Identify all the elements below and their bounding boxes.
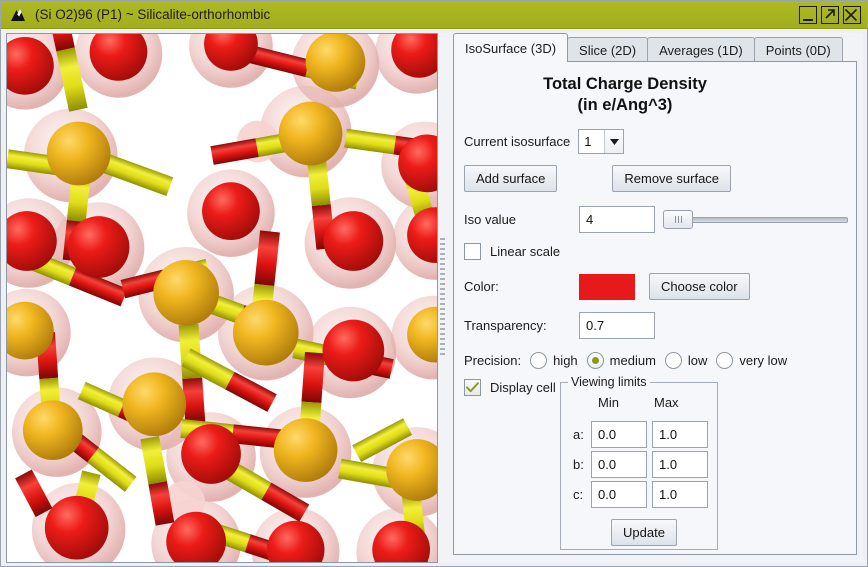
mountain-icon: [8, 5, 28, 25]
limit-b-max-input[interactable]: [652, 451, 708, 478]
display-cell-label: Display cell: [490, 380, 556, 396]
tab-label: Averages (1D): [659, 42, 743, 58]
add-surface-button[interactable]: Add surface: [464, 165, 558, 193]
tab-isosurface-3d[interactable]: IsoSurface (3D): [453, 33, 569, 62]
maximize-icon[interactable]: [821, 5, 839, 24]
update-button[interactable]: Update: [611, 519, 677, 546]
precision-label: Precision:: [464, 353, 522, 369]
limit-c-max-input[interactable]: [652, 481, 708, 508]
column-header-max: Max: [654, 395, 679, 410]
tab-points-0d[interactable]: Points (0D): [753, 37, 843, 62]
minimize-icon[interactable]: [799, 5, 817, 24]
color-label: Color:: [464, 279, 499, 295]
tab-label: Slice (2D): [579, 42, 637, 58]
viewing-limits-header: Min Max: [561, 395, 717, 410]
table-row: b:: [561, 451, 717, 478]
limit-c-min-input[interactable]: [591, 481, 647, 508]
transparency-input[interactable]: [579, 312, 655, 340]
color-row: Color: Choose color: [464, 273, 848, 301]
display-cell-checkbox[interactable]: [464, 379, 481, 397]
close-icon[interactable]: [843, 5, 861, 24]
transparency-label: Transparency:: [464, 318, 547, 334]
precision-radio-low[interactable]: [664, 352, 682, 370]
precision-label-high: high: [553, 353, 578, 369]
window-title: (Si O2)96 (P1) ~ Silicalite-orthorhombic: [35, 7, 271, 22]
window-controls: [799, 5, 861, 24]
slider-handle[interactable]: [663, 210, 693, 230]
precision-radio-very-low[interactable]: [716, 352, 734, 370]
isosurface-tab-panel: Total Charge Density (in e/Ang^3) Curren…: [453, 61, 857, 555]
tab-strip: IsoSurface (3D) Slice (2D) Averages (1D)…: [447, 33, 863, 62]
precision-radio-high[interactable]: [530, 352, 548, 370]
tab-slice-2d[interactable]: Slice (2D): [567, 37, 649, 62]
linear-scale-row[interactable]: Linear scale: [464, 243, 848, 261]
precision-label-low: low: [687, 353, 708, 369]
color-swatch[interactable]: [579, 273, 635, 300]
molecular-structure-render[interactable]: [7, 34, 437, 562]
current-isosurface-value: 1: [579, 130, 605, 154]
current-isosurface-label: Current isosurface: [464, 134, 571, 150]
precision-radio-medium[interactable]: [586, 352, 604, 370]
tab-label: Points (0D): [765, 42, 831, 58]
iso-value-input[interactable]: [579, 206, 655, 234]
slider-track: [675, 216, 848, 223]
tab-averages-1d[interactable]: Averages (1D): [647, 37, 755, 62]
row-label-c: c:: [573, 487, 584, 502]
tab-label: IsoSurface (3D): [465, 40, 557, 56]
heading-line-2: (in e/Ang^3): [577, 95, 673, 114]
table-row: a:: [561, 421, 717, 448]
column-header-min: Min: [598, 395, 619, 410]
limit-b-min-input[interactable]: [591, 451, 647, 478]
precision-row: Precision: high medium low very low: [464, 352, 848, 370]
row-label-a: a:: [573, 427, 584, 442]
viewing-limits-title: Viewing limits: [568, 375, 650, 389]
iso-value-row: Iso value: [464, 206, 848, 234]
iso-value-slider[interactable]: [663, 207, 848, 232]
current-isosurface-select[interactable]: 1: [578, 129, 625, 155]
title-bar: (Si O2)96 (P1) ~ Silicalite-orthorhombic: [1, 1, 867, 29]
choose-color-button[interactable]: Choose color: [649, 273, 750, 301]
precision-label-very-low: very low: [739, 353, 788, 369]
viewing-limits-group: Viewing limits Min Max a: b:: [560, 375, 718, 550]
precision-label-medium: medium: [609, 353, 656, 369]
row-label-b: b:: [573, 457, 584, 472]
panel-heading: Total Charge Density (in e/Ang^3): [464, 74, 848, 115]
remove-surface-button[interactable]: Remove surface: [612, 165, 732, 193]
surface-buttons-row: Add surface Remove surface: [464, 165, 848, 193]
current-isosurface-row: Current isosurface 1: [464, 129, 848, 155]
linear-scale-checkbox[interactable]: [464, 243, 481, 261]
limit-a-min-input[interactable]: [591, 421, 647, 448]
splitter-grip-icon: [440, 238, 445, 358]
limit-a-max-input[interactable]: [652, 421, 708, 448]
3d-structure-view[interactable]: [6, 33, 438, 563]
panel-splitter[interactable]: [438, 33, 447, 563]
heading-line-1: Total Charge Density: [543, 75, 707, 93]
iso-value-label: Iso value: [464, 212, 517, 228]
chevron-down-icon: [604, 130, 624, 154]
table-row: c:: [561, 481, 717, 508]
application-window: (Si O2)96 (P1) ~ Silicalite-orthorhombic: [0, 0, 868, 567]
control-panel: IsoSurface (3D) Slice (2D) Averages (1D)…: [447, 33, 863, 563]
linear-scale-label: Linear scale: [490, 244, 561, 260]
transparency-row: Transparency:: [464, 312, 848, 340]
